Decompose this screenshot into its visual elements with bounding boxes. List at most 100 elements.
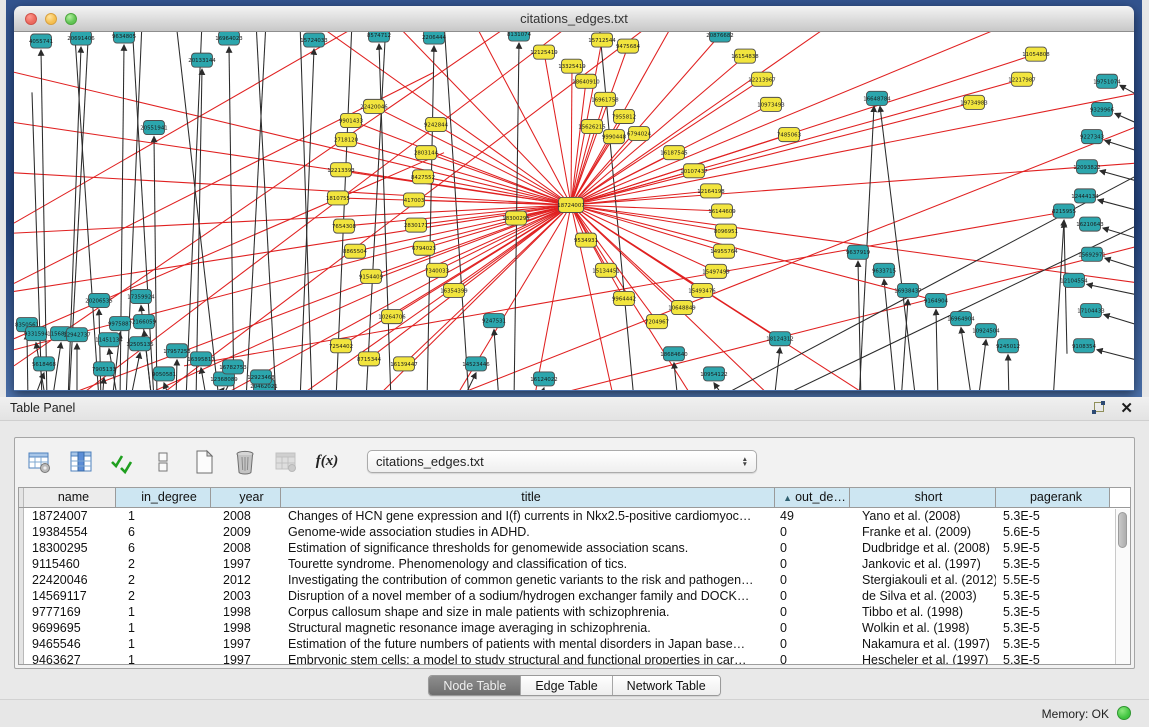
network-node-cited[interactable]: 12217987 <box>1008 72 1035 86</box>
table-cell[interactable]: Tourette syndrome. Phenomenology and cla… <box>281 556 775 572</box>
network-node-cited[interactable]: 16154838 <box>731 49 759 63</box>
table-cell[interactable]: 14569117 <box>24 588 116 604</box>
network-node-citing[interactable]: 4055741 <box>29 34 53 48</box>
table-cell[interactable]: 5.3E-5 <box>996 620 1110 636</box>
network-node-cited[interactable]: 16187545 <box>660 146 687 160</box>
network-window-titlebar[interactable]: citations_edges.txt <box>14 6 1134 32</box>
network-node-cited[interactable]: 417003 <box>404 193 425 207</box>
network-node-citing[interactable]: 18684640 <box>660 347 688 361</box>
network-node-cited[interactable]: 13325419 <box>558 59 586 73</box>
table-cell[interactable]: 1 <box>116 652 211 665</box>
network-node-cited[interactable]: 8096951 <box>714 224 738 238</box>
table-row[interactable]: 1830029562008Estimation of significance … <box>19 540 1130 556</box>
network-node-citing[interactable]: 5618468 <box>32 357 57 371</box>
table-cell[interactable]: 0 <box>775 636 850 652</box>
network-node-citing[interactable]: 9633715 <box>872 263 896 277</box>
table-cell[interactable]: 2009 <box>211 524 281 540</box>
table-cell[interactable]: 1998 <box>211 604 281 620</box>
network-node-citing[interactable]: 20206535 <box>85 293 112 307</box>
network-node-citing[interactable]: 9634805 <box>112 32 136 43</box>
table-cell[interactable]: Disruption of a novel member of a sodium… <box>281 588 775 604</box>
network-node-citing[interactable]: 17104433 <box>1077 304 1104 318</box>
select-all-rows-icon[interactable] <box>107 447 137 477</box>
network-node-cited[interactable]: 10107437 <box>680 164 707 178</box>
tab-edge-table[interactable]: Edge Table <box>521 676 612 695</box>
network-node-citing[interactable]: 7905133 <box>92 362 116 376</box>
table-cell[interactable]: 1 <box>116 636 211 652</box>
table-cell[interactable]: Yano et al. (2008) <box>850 508 996 524</box>
network-node-cited[interactable]: 15497499 <box>702 264 730 278</box>
table-row[interactable]: 1938455462009Genome-wide association stu… <box>19 524 1130 540</box>
column-header-year[interactable]: year <box>211 488 281 507</box>
citation-network-graph[interactable]: 1872400722420046990143327181201221339318… <box>14 32 1134 390</box>
table-cell[interactable]: Embryonic stem cells: a model to study s… <box>281 652 775 665</box>
network-node-citing[interactable]: 19751074 <box>1093 74 1121 88</box>
table-cell[interactable]: 49 <box>775 508 850 524</box>
network-node-cited[interactable]: 7204967 <box>645 315 669 329</box>
network-node-citing[interactable]: 16782753 <box>219 360 246 374</box>
table-vertical-scrollbar[interactable] <box>1115 509 1130 664</box>
delete-table-icon[interactable] <box>230 447 260 477</box>
network-node-cited[interactable]: 12213967 <box>748 72 775 86</box>
network-node-cited[interactable]: 7955812 <box>612 109 636 123</box>
network-node-citing[interactable]: 20691406 <box>67 32 95 45</box>
network-node-cited[interactable]: 8427552 <box>411 170 435 184</box>
table-cell[interactable]: 5.3E-5 <box>996 604 1110 620</box>
network-node-cited[interactable]: 8865504 <box>343 244 368 258</box>
network-node-cited[interactable]: 2803144 <box>414 146 439 160</box>
network-node-citing[interactable]: 8215955 <box>1052 204 1076 218</box>
table-cell[interactable]: 0 <box>775 556 850 572</box>
table-cell[interactable]: 2 <box>116 572 211 588</box>
table-cell[interactable]: 0 <box>775 524 850 540</box>
column-header-pagerank[interactable]: pagerank <box>996 488 1110 507</box>
network-node-citing[interactable]: 9975887 <box>108 317 132 331</box>
table-cell[interactable]: 5.5E-5 <box>996 572 1110 588</box>
table-cell[interactable]: 5.6E-5 <box>996 524 1110 540</box>
table-cell[interactable]: Genome-wide association studies in ADHD. <box>281 524 775 540</box>
zoom-window-button[interactable] <box>65 13 77 25</box>
table-cell[interactable]: 6 <box>116 540 211 556</box>
network-node-cited[interactable]: 9534931 <box>574 233 598 247</box>
network-node-cited[interactable]: 16961758 <box>591 92 619 106</box>
network-node-cited[interactable]: 10973493 <box>757 97 784 111</box>
table-cell[interactable]: 0 <box>775 572 850 588</box>
table-cell[interactable]: 2 <box>116 588 211 604</box>
table-cell[interactable]: de Silva et al. (2003) <box>850 588 996 604</box>
clear-selection-icon[interactable] <box>148 447 178 477</box>
table-row[interactable]: 1872400712008Changes of HCN gene express… <box>19 508 1130 524</box>
table-cell[interactable]: Stergiakouli et al. (2012) <box>850 572 996 588</box>
network-node-cited[interactable]: 6794024 <box>627 127 652 141</box>
network-node-citing[interactable]: 20551941 <box>140 120 167 134</box>
tab-node-table[interactable]: Node Table <box>429 676 521 695</box>
select-column-icon[interactable] <box>66 447 96 477</box>
table-cell[interactable]: 1 <box>116 508 211 524</box>
network-node-cited[interactable]: 6794023 <box>412 241 436 255</box>
network-node-citing[interactable]: 9329966 <box>1090 102 1115 116</box>
network-node-citing[interactable]: 17359924 <box>127 289 155 303</box>
table-cell[interactable]: Hescheler et al. (1997) <box>850 652 996 665</box>
column-header-name[interactable]: name <box>24 488 116 507</box>
table-cell[interactable]: Wolkin et al. (1998) <box>850 620 996 636</box>
network-node-cited[interactable]: 15134451 <box>592 263 619 277</box>
table-cell[interactable]: 1997 <box>211 652 281 665</box>
table-cell[interactable]: 9463627 <box>24 652 116 665</box>
table-cell[interactable]: Tibbo et al. (1998) <box>850 604 996 620</box>
table-cell[interactable]: 1998 <box>211 620 281 636</box>
table-row[interactable]: 969969511998Structural magnetic resonanc… <box>19 620 1130 636</box>
network-node-cited[interactable]: 15712544 <box>588 33 616 47</box>
network-node-cited[interactable]: 19734983 <box>960 95 987 109</box>
network-node-cited[interactable]: 15493476 <box>688 283 716 297</box>
network-node-cited[interactable]: 7340033 <box>425 263 449 277</box>
column-header-in-degree[interactable]: in_degree <box>116 488 211 507</box>
network-node-cited[interactable]: 12164198 <box>697 184 725 198</box>
table-cell[interactable]: 0 <box>775 604 850 620</box>
close-panel-icon[interactable]: ✕ <box>1120 399 1133 417</box>
network-node-citing[interactable]: 9245012 <box>996 339 1020 353</box>
network-node-citing[interactable]: 9050581 <box>152 367 176 381</box>
column-header-out-de-[interactable]: ▲out_de… <box>775 488 850 507</box>
network-node-citing[interactable]: 14523446 <box>462 357 490 371</box>
scrollbar-thumb[interactable] <box>1118 512 1127 548</box>
network-node-cited[interactable]: 2830171 <box>404 218 428 232</box>
table-cell[interactable]: Estimation of the future numbers of pati… <box>281 636 775 652</box>
table-cell[interactable]: 2012 <box>211 572 281 588</box>
